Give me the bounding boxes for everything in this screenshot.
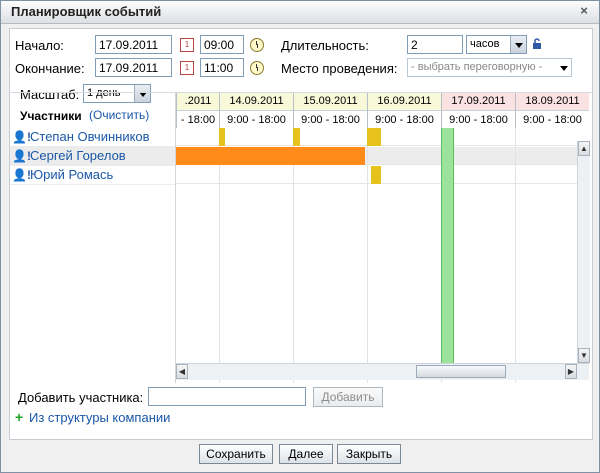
day-header: 17.09.2011 [441,93,515,110]
participants-header: Участники [20,109,82,123]
grid-line [367,128,368,383]
add-participant-input[interactable] [148,387,306,406]
user-busy-icon: 👤! [12,130,31,144]
duration-input[interactable]: 2 [407,35,463,54]
participant-name[interactable]: Юрий Ромась [30,167,113,182]
user-busy-icon: 👤! [12,149,31,163]
participant-name[interactable]: Сергей Горелов [30,148,126,163]
day-hours: 9:00 - 18:00 [367,110,441,128]
calendar-icon[interactable]: 1 [180,38,194,52]
scroll-up-icon[interactable]: ▲ [578,141,590,156]
grid-line [515,128,516,383]
busy-block [293,128,300,146]
scheduler-grid: Участники (Очистить) 👤! Степан Овчиннико… [10,92,592,383]
day-hours: 9:00 - 18:00 [441,110,515,128]
scroll-down-icon[interactable]: ▼ [578,348,590,363]
close-button[interactable]: Закрыть [337,444,401,464]
participant-row[interactable]: 👤! Сергей Горелов [10,147,175,166]
participant-row[interactable]: 👤! Степан Овчинников [10,128,175,147]
scroll-left-icon[interactable]: ◀ [176,364,188,379]
next-button[interactable]: Далее [279,444,333,464]
lock-icon[interactable] [532,38,542,49]
timeline-area: .2011 14.09.2011 15.09.2011 16.09.2011 1… [176,93,589,383]
day-hours: 9:00 - 18:00 [515,110,589,128]
add-participant-button[interactable]: Добавить [313,387,383,407]
vertical-scrollbar[interactable]: ▲ ▼ [577,141,590,363]
day-hours: - 18:00 [176,110,219,128]
timeline-row[interactable] [176,128,589,146]
start-date-input[interactable]: 17.09.2011 [95,35,172,54]
chevron-down-icon [556,59,571,76]
day-hours: 9:00 - 18:00 [219,110,293,128]
start-time-input[interactable]: 09:00 [200,35,244,54]
title-bar: Планировщик событий × [1,1,599,24]
busy-block [371,166,381,184]
main-panel: Начало: 17.09.2011 1 09:00 Длительность:… [9,28,593,440]
day-header: 14.09.2011 [219,93,293,110]
busy-block [176,147,365,165]
duration-unit-select[interactable]: часов [466,35,527,54]
location-select[interactable]: - выбрать переговорную - [407,58,572,77]
user-busy-icon: 👤! [12,168,31,182]
grid-line [219,128,220,383]
duration-label: Длительность: [281,38,369,53]
clock-icon[interactable] [250,38,264,52]
plus-icon[interactable]: + [15,409,23,425]
grid-line [293,128,294,383]
duration-unit-value: часов [470,38,500,50]
end-time-input[interactable]: 11:00 [200,58,244,77]
day-header: .2011 [176,93,219,110]
participant-name[interactable]: Степан Овчинников [30,129,150,144]
event-planner-dialog: Планировщик событий × Начало: 17.09.2011… [0,0,600,473]
participants-column: Участники (Очистить) 👤! Степан Овчиннико… [10,93,176,383]
event-selection[interactable] [441,128,454,363]
busy-block [367,128,381,146]
busy-block [219,128,225,146]
day-header: 18.09.2011 [515,93,589,110]
horizontal-scrollbar[interactable]: ◀ ▶ [176,363,589,380]
start-label: Начало: [15,38,64,53]
company-structure-link[interactable]: Из структуры компании [29,410,170,425]
dialog-title: Планировщик событий [11,4,162,19]
clock-icon[interactable] [250,61,264,75]
scroll-right-icon[interactable]: ▶ [565,364,577,379]
day-hours: 9:00 - 18:00 [293,110,367,128]
location-label: Место проведения: [281,61,398,76]
day-header: 16.09.2011 [367,93,441,110]
chevron-down-icon [510,36,526,53]
scroll-thumb[interactable] [416,365,506,378]
save-button[interactable]: Сохранить [199,444,273,464]
timeline-row[interactable] [176,166,589,184]
participant-row[interactable]: 👤! Юрий Ромась [10,166,175,185]
end-date-input[interactable]: 17.09.2011 [95,58,172,77]
add-participant-label: Добавить участника: [18,390,144,405]
clear-participants-link[interactable]: (Очистить) [89,108,149,122]
day-header: 15.09.2011 [293,93,367,110]
end-label: Окончание: [15,61,85,76]
close-icon[interactable]: × [577,3,591,18]
calendar-icon[interactable]: 1 [180,61,194,75]
location-placeholder: - выбрать переговорную - [411,61,543,73]
